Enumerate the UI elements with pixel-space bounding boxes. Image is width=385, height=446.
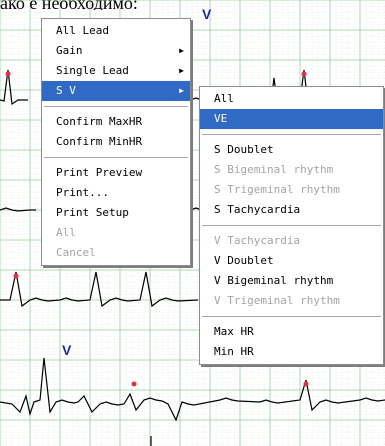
submenu-item-s-tachycardia[interactable]: S Tachycardia	[200, 200, 383, 220]
submenu-item-min-hr[interactable]: Min HR	[200, 342, 383, 362]
ecg-trace-row2-left	[0, 207, 36, 212]
r-peak-dot	[13, 273, 19, 279]
menu-separator	[202, 134, 381, 135]
menu-item-label: Confirm MinHR	[56, 135, 143, 148]
submenu-item-v-trigeminal[interactable]: V Trigeminal rhythm	[200, 291, 383, 311]
submenu-item-all[interactable]: All	[200, 89, 383, 109]
menu-item-label: Print Preview	[56, 166, 143, 179]
menu-item-label: Confirm MaxHR	[56, 115, 143, 128]
menu-item-label: All	[214, 92, 234, 105]
submenu-item-v-tachycardia[interactable]: V Tachycardia	[200, 231, 383, 251]
menu-item-label: S Trigeminal rhythm	[214, 183, 340, 196]
submenu-item-s-trigeminal[interactable]: S Trigeminal rhythm	[200, 180, 383, 200]
ecg-v-marker: V	[62, 342, 72, 358]
submenu-arrow-icon: ▶	[179, 46, 184, 55]
submenu-arrow-icon: ▶	[179, 66, 184, 75]
menu-item-label: Print...	[56, 186, 109, 199]
menu-separator	[202, 225, 381, 226]
menu-item-single-lead[interactable]: Single Lead ▶	[42, 61, 190, 81]
menu-item-label: S V	[56, 84, 76, 97]
submenu-item-s-doublet[interactable]: S Doublet	[200, 140, 383, 160]
r-peak-dot	[301, 71, 307, 77]
submenu-item-v-doublet[interactable]: V Doublet	[200, 251, 383, 271]
ecg-v-marker: V	[202, 6, 212, 22]
menu-item-label: S Tachycardia	[214, 203, 301, 216]
r-peak-dot	[303, 381, 309, 387]
menu-item-label: S Doublet	[214, 143, 274, 156]
submenu-item-ve[interactable]: VE	[200, 109, 383, 129]
menu-item-confirm-maxhr[interactable]: Confirm MaxHR	[42, 112, 190, 132]
sv-submenu[interactable]: All VE S Doublet S Bigeminal rhythm S Tr…	[199, 86, 384, 365]
context-menu[interactable]: All Lead Gain ▶ Single Lead ▶ S V ▶ Confirm…	[41, 18, 191, 266]
menu-item-label: Gain	[56, 44, 83, 57]
r-peak-dot	[5, 71, 11, 77]
menu-item-label: Single Lead	[56, 64, 129, 77]
caption-text: ако е необходимо:	[0, 0, 138, 10]
menu-item-label: V Trigeminal rhythm	[214, 294, 340, 307]
menu-separator	[44, 106, 188, 107]
menu-item-label: V Doublet	[214, 254, 274, 267]
menu-item-label: All	[56, 226, 76, 239]
menu-item-all[interactable]: All	[42, 223, 190, 243]
menu-separator	[44, 157, 188, 158]
submenu-item-s-bigeminal[interactable]: S Bigeminal rhythm	[200, 160, 383, 180]
menu-item-label: All Lead	[56, 24, 109, 37]
submenu-item-max-hr[interactable]: Max HR	[200, 322, 383, 342]
menu-item-label: VE	[214, 112, 228, 125]
submenu-arrow-icon: ▶	[179, 86, 184, 95]
menu-item-cancel[interactable]: Cancel	[42, 243, 190, 263]
menu-item-s-v[interactable]: S V ▶	[42, 81, 190, 101]
menu-item-all-lead[interactable]: All Lead	[42, 21, 190, 41]
submenu-item-v-bigeminal[interactable]: V Bigeminal rhythm	[200, 271, 383, 291]
menu-item-print-preview[interactable]: Print Preview	[42, 163, 190, 183]
menu-item-gain[interactable]: Gain ▶	[42, 41, 190, 61]
menu-separator	[202, 316, 381, 317]
menu-item-label: V Bigeminal rhythm	[214, 274, 334, 287]
menu-item-label: S Bigeminal rhythm	[214, 163, 334, 176]
menu-item-label: Min HR	[214, 345, 254, 358]
r-peak-dot	[131, 381, 137, 387]
menu-item-print-setup[interactable]: Print Setup	[42, 203, 190, 223]
menu-item-confirm-minhr[interactable]: Confirm MinHR	[42, 132, 190, 152]
ecg-trace-row4	[0, 357, 385, 422]
menu-item-label: Print Setup	[56, 206, 129, 219]
menu-item-print[interactable]: Print...	[42, 183, 190, 203]
menu-item-label: V Tachycardia	[214, 234, 301, 247]
menu-item-label: Cancel	[56, 246, 96, 259]
menu-item-label: Max HR	[214, 325, 254, 338]
